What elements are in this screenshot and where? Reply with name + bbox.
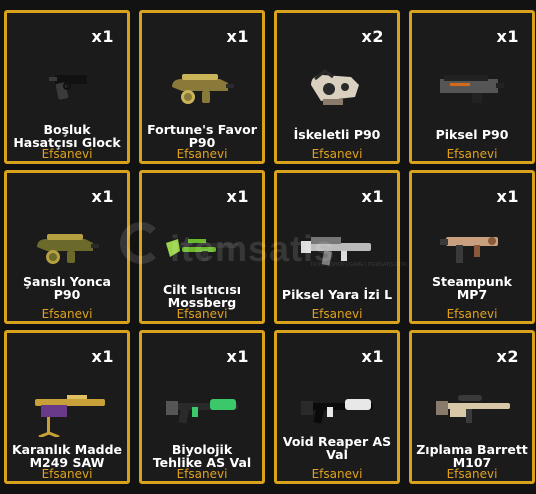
- weapon-image-icon: [27, 217, 107, 281]
- item-card[interactable]: x1 Piksel Yara İzi L Efsanevi: [274, 170, 400, 324]
- item-card[interactable]: x1 Şanslı Yonca P90 Efsanevi: [4, 170, 130, 324]
- item-name: Cilt Isıtıcısı Mossberg: [162, 282, 242, 310]
- item-quantity: x1: [361, 187, 384, 206]
- item-card[interactable]: x1 Fortune's Favor P90 Efsanevi: [139, 10, 265, 164]
- weapon-image-icon: [297, 377, 377, 441]
- item-quantity: x1: [496, 187, 519, 206]
- weapon-image-icon: [297, 217, 377, 281]
- item-rarity: Efsanevi: [311, 307, 363, 321]
- weapon-image-icon: [162, 57, 242, 121]
- weapon-image-icon: [432, 57, 512, 121]
- weapon-image-icon: [432, 217, 512, 281]
- item-quantity: x1: [91, 27, 114, 46]
- weapon-image-icon: [27, 377, 107, 441]
- item-name: Piksel P90: [435, 127, 509, 142]
- item-quantity: x2: [496, 347, 519, 366]
- item-card[interactable]: x1 Boşluk Hasatçısı Glock Efsanevi: [4, 10, 130, 164]
- item-name: Void Reaper AS Val: [282, 434, 392, 462]
- item-card[interactable]: x1 Karanlık Madde M249 SAW Efsanevi: [4, 330, 130, 484]
- item-name: İskeletli P90: [293, 127, 381, 142]
- item-rarity: Efsanevi: [41, 147, 93, 161]
- item-quantity: x2: [361, 27, 384, 46]
- item-quantity: x1: [226, 27, 249, 46]
- item-name: Biyolojik Tehlike AS Val: [152, 442, 252, 470]
- item-quantity: x1: [226, 347, 249, 366]
- item-rarity: Efsanevi: [311, 467, 363, 481]
- item-name: Karanlık Madde M249 SAW: [11, 442, 123, 470]
- item-card[interactable]: x1 Void Reaper AS Val Efsanevi: [274, 330, 400, 484]
- item-rarity: Efsanevi: [176, 467, 228, 481]
- item-rarity: Efsanevi: [446, 147, 498, 161]
- item-name: Boşluk Hasatçısı Glock: [13, 122, 121, 150]
- weapon-image-icon: [162, 377, 242, 441]
- weapon-image-icon: [297, 57, 377, 121]
- item-quantity: x1: [91, 187, 114, 206]
- item-card[interactable]: x2 Zıplama Barrett M107 Efsanevi: [409, 330, 535, 484]
- item-card[interactable]: x1 Cilt Isıtıcısı Mossberg Efsanevi: [139, 170, 265, 324]
- item-name: Steampunk MP7: [432, 274, 512, 302]
- item-quantity: x1: [91, 347, 114, 366]
- item-card[interactable]: x1 Biyolojik Tehlike AS Val Efsanevi: [139, 330, 265, 484]
- item-card[interactable]: x1 Piksel P90 Efsanevi: [409, 10, 535, 164]
- item-rarity: Efsanevi: [176, 307, 228, 321]
- item-rarity: Efsanevi: [176, 147, 228, 161]
- weapon-image-icon: [432, 377, 512, 441]
- item-card[interactable]: x1 Steampunk MP7 Efsanevi: [409, 170, 535, 324]
- weapon-image-icon: [27, 57, 107, 121]
- item-rarity: Efsanevi: [41, 307, 93, 321]
- item-name: Zıplama Barrett M107: [416, 442, 528, 470]
- item-grid: x1 Boşluk Hasatçısı Glock Efsanevi x1 Fort…: [4, 10, 535, 484]
- item-quantity: x1: [496, 27, 519, 46]
- item-rarity: Efsanevi: [446, 467, 498, 481]
- item-name: Piksel Yara İzi L: [281, 287, 393, 302]
- item-rarity: Efsanevi: [446, 307, 498, 321]
- item-name: Fortune's Favor P90: [147, 122, 257, 150]
- item-card[interactable]: x2 İskeletli P90 Efsanevi: [274, 10, 400, 164]
- item-rarity: Efsanevi: [41, 467, 93, 481]
- item-quantity: x1: [361, 347, 384, 366]
- weapon-image-icon: [162, 217, 242, 281]
- item-name: Şanslı Yonca P90: [23, 274, 111, 302]
- item-quantity: x1: [226, 187, 249, 206]
- item-rarity: Efsanevi: [311, 147, 363, 161]
